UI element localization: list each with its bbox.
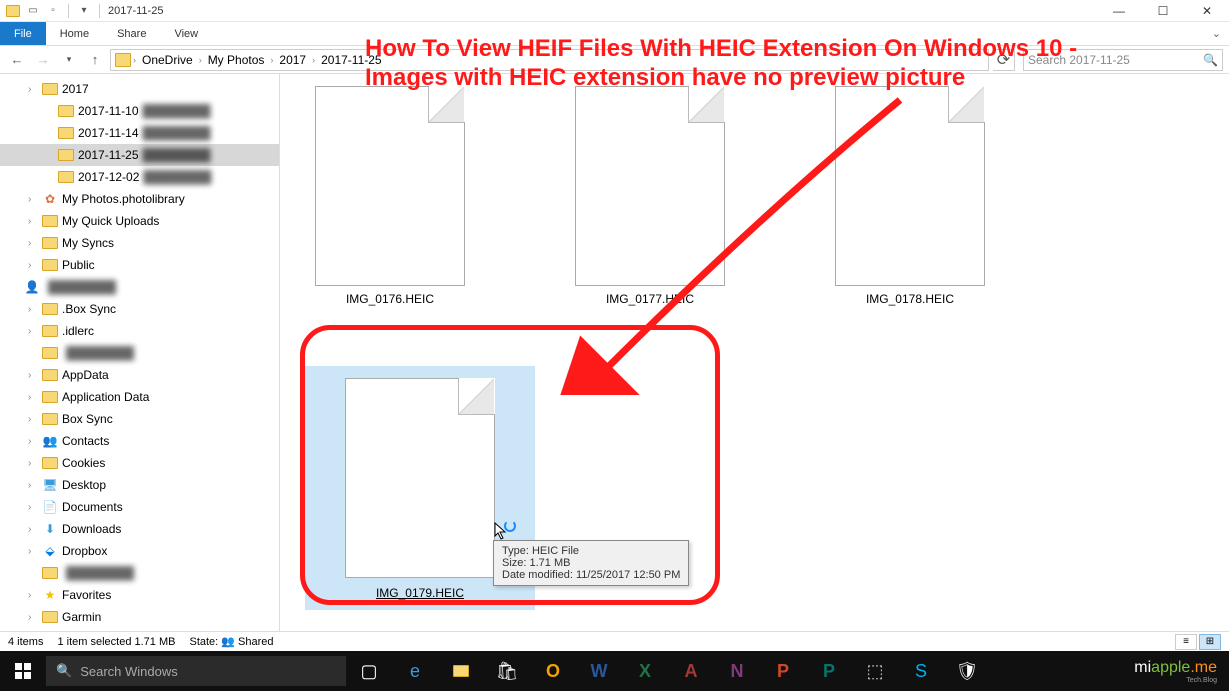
tree-node[interactable]: ›.Box Sync xyxy=(0,298,279,320)
share-tab[interactable]: Share xyxy=(103,24,160,44)
tree-node[interactable]: ›2017 xyxy=(0,78,279,100)
tree-node[interactable]: 2017-12-02 ████████ xyxy=(0,166,279,188)
details-view-button[interactable]: ≡ xyxy=(1175,634,1197,650)
tree-node[interactable]: ›★Favorites xyxy=(0,584,279,606)
window-titlebar: ▭ ▫ ▾ 2017-11-25 — ☐ ✕ xyxy=(0,0,1229,22)
tree-node[interactable]: ›⬙Dropbox xyxy=(0,540,279,562)
tree-node[interactable]: ›Public xyxy=(0,254,279,276)
watermark: miapple.me Tech.Blog xyxy=(1134,659,1229,684)
breadcrumb-item[interactable]: OneDrive xyxy=(138,53,197,67)
file-item[interactable]: IMG_0176.HEIC xyxy=(300,86,480,306)
home-tab[interactable]: Home xyxy=(46,24,103,44)
up-button[interactable]: ↑ xyxy=(84,49,106,71)
task-view-button[interactable]: ▢ xyxy=(346,651,392,691)
tree-node[interactable]: 2017-11-25 ████████ xyxy=(0,144,279,166)
start-button[interactable] xyxy=(0,651,46,691)
tree-node[interactable]: ›✿My Photos.photolibrary xyxy=(0,188,279,210)
tree-node[interactable]: ›My Quick Uploads xyxy=(0,210,279,232)
refresh-button[interactable]: ⟳ xyxy=(993,49,1015,71)
file-content-area[interactable]: IMG_0176.HEIC IMG_0177.HEIC IMG_0178.HEIC I… xyxy=(280,74,1229,631)
tree-node[interactable]: 👤 ████████ xyxy=(0,276,279,298)
window-title: 2017-11-25 xyxy=(108,5,163,17)
recent-dropdown[interactable]: ▾ xyxy=(58,49,80,71)
powerpoint-icon[interactable]: P xyxy=(760,651,806,691)
breadcrumb[interactable]: › OneDrive› My Photos› 2017› 2017-11-25 xyxy=(110,49,989,71)
maximize-button[interactable]: ☐ xyxy=(1141,0,1185,22)
search-icon: 🔍 xyxy=(56,663,72,679)
tree-node[interactable]: ›Box Sync xyxy=(0,408,279,430)
tree-node[interactable]: ›Application Data xyxy=(0,386,279,408)
taskbar: 🔍 Search Windows ▢ e 🛍 O W X A N P P ⬚ S… xyxy=(0,651,1229,691)
breadcrumb-item[interactable]: My Photos xyxy=(204,53,269,67)
search-input[interactable]: Search 2017-11-25 🔍 xyxy=(1023,49,1223,71)
tooltip-size: Size: 1.71 MB xyxy=(502,557,680,569)
tree-node[interactable]: ›.idlerc xyxy=(0,320,279,342)
address-bar: ← → ▾ ↑ › OneDrive› My Photos› 2017› 201… xyxy=(0,46,1229,74)
tree-node[interactable]: ›Garmin xyxy=(0,606,279,628)
tree-node[interactable]: ›🖥Desktop xyxy=(0,474,279,496)
word-icon[interactable]: W xyxy=(576,651,622,691)
forward-button[interactable]: → xyxy=(32,49,54,71)
folder-icon xyxy=(6,4,20,18)
tree-node[interactable]: ›📄Documents xyxy=(0,496,279,518)
thumbnails-view-button[interactable]: ⊞ xyxy=(1199,634,1221,650)
properties-icon[interactable]: ▭ xyxy=(26,4,40,18)
breadcrumb-item[interactable]: 2017 xyxy=(275,53,310,67)
tree-node[interactable]: 2017-11-10 ████████ xyxy=(0,100,279,122)
tree-node[interactable]: 2017-11-14 ████████ xyxy=(0,122,279,144)
tree-node[interactable]: ›Cookies xyxy=(0,452,279,474)
state-value: Shared xyxy=(238,636,273,648)
publisher-icon[interactable]: P xyxy=(806,651,852,691)
navigation-tree[interactable]: ›20172017-11-10 ████████2017-11-14 █████… xyxy=(0,74,280,631)
item-count: 4 items xyxy=(8,636,43,648)
file-item[interactable]: IMG_0177.HEIC xyxy=(560,86,740,306)
dropdown-icon[interactable]: ▾ xyxy=(77,4,91,18)
tree-node[interactable]: ›My Syncs xyxy=(0,232,279,254)
file-item[interactable]: IMG_0178.HEIC xyxy=(820,86,1000,306)
search-icon: 🔍 xyxy=(1203,53,1218,67)
taskbar-search[interactable]: 🔍 Search Windows xyxy=(46,656,346,686)
close-button[interactable]: ✕ xyxy=(1185,0,1229,22)
file-tooltip: Type: HEIC File Size: 1.71 MB Date modif… xyxy=(493,540,689,586)
app-icon[interactable]: ⬚ xyxy=(852,651,898,691)
minimize-button[interactable]: — xyxy=(1097,0,1141,22)
tree-node[interactable]: ›👥Contacts xyxy=(0,430,279,452)
selection-info: 1 item selected 1.71 MB xyxy=(57,636,175,648)
state-label: State: xyxy=(189,636,218,648)
security-icon[interactable]: 🛡 xyxy=(944,651,990,691)
taskbar-search-placeholder: Search Windows xyxy=(80,664,178,679)
back-button[interactable]: ← xyxy=(6,49,28,71)
outlook-icon[interactable]: O xyxy=(530,651,576,691)
tree-node[interactable]: ›⬇Downloads xyxy=(0,518,279,540)
tree-node[interactable]: ████████ xyxy=(0,562,279,584)
store-icon[interactable]: 🛍 xyxy=(484,651,530,691)
ribbon-tabs: File Home Share View ⌄ xyxy=(0,22,1229,46)
file-name: IMG_0178.HEIC xyxy=(866,292,954,306)
expand-ribbon-icon[interactable]: ⌄ xyxy=(1212,27,1229,40)
file-name: IMG_0177.HEIC xyxy=(606,292,694,306)
file-tab[interactable]: File xyxy=(0,22,46,45)
breadcrumb-item[interactable]: 2017-11-25 xyxy=(317,53,386,67)
edge-icon[interactable]: e xyxy=(392,651,438,691)
file-name: IMG_0176.HEIC xyxy=(346,292,434,306)
explorer-icon[interactable] xyxy=(438,651,484,691)
access-icon[interactable]: A xyxy=(668,651,714,691)
excel-icon[interactable]: X xyxy=(622,651,668,691)
file-name: IMG_0179.HEIC xyxy=(345,584,495,602)
skype-icon[interactable]: S xyxy=(898,651,944,691)
tree-node[interactable]: ›AppData xyxy=(0,364,279,386)
tooltip-type: Type: HEIC File xyxy=(502,545,680,557)
onenote-icon[interactable]: N xyxy=(714,651,760,691)
status-bar: 4 items 1 item selected 1.71 MB State: 👥… xyxy=(0,631,1229,651)
search-placeholder: Search 2017-11-25 xyxy=(1028,53,1130,67)
tooltip-modified: Date modified: 11/25/2017 12:50 PM xyxy=(502,569,680,581)
tree-node[interactable]: ████████ xyxy=(0,342,279,364)
view-tab[interactable]: View xyxy=(160,24,212,44)
folder-icon xyxy=(115,53,131,67)
new-folder-icon[interactable]: ▫ xyxy=(46,4,60,18)
